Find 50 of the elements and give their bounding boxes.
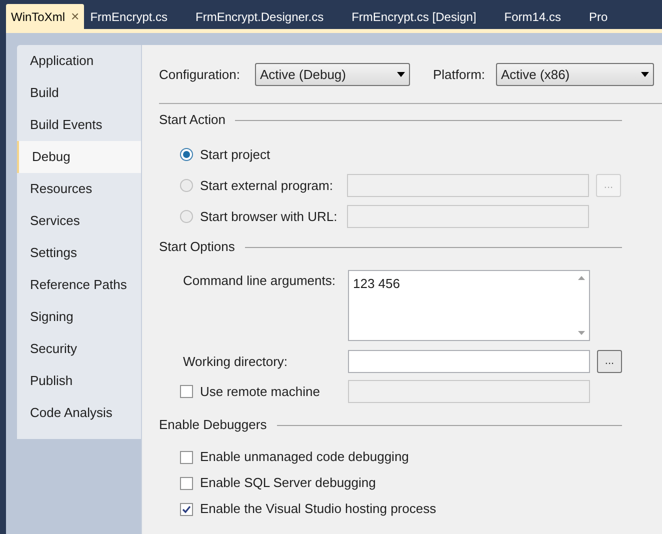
sidebar-item[interactable]: Services (17, 205, 141, 237)
radio-label: Start browser with URL: (200, 208, 338, 226)
checkbox-label: Use remote machine (200, 382, 321, 401)
radio-label: Start project (200, 146, 272, 164)
sidebar-item[interactable]: Settings (17, 237, 141, 269)
platform-label: Platform: (433, 66, 486, 84)
field-label: Command line arguments: (183, 272, 336, 290)
checkbox[interactable] (180, 450, 193, 464)
section-heading: Enable Debuggers (159, 416, 267, 434)
checkbox[interactable] (180, 502, 193, 516)
close-icon[interactable]: × (71, 6, 80, 27)
radio-button[interactable] (180, 179, 193, 192)
document-tab[interactable]: FrmEncrypt.Designer.cs (190, 4, 330, 29)
sidebar-item[interactable]: Reference Paths (17, 269, 141, 301)
sidebar-item[interactable]: Security (17, 333, 141, 365)
text-field[interactable] (348, 350, 590, 373)
radio-button[interactable] (180, 148, 193, 161)
sidebar-item[interactable]: Build (17, 77, 141, 109)
radio-button[interactable] (180, 210, 193, 223)
section-heading: Start Action (159, 111, 226, 130)
radio-label: Start external program: (200, 176, 334, 195)
checkbox[interactable] (180, 385, 193, 398)
sidebar-item[interactable]: Resources (17, 173, 141, 205)
text-area[interactable]: 123 456 (348, 270, 590, 341)
document-tab[interactable]: Pro (582, 4, 614, 29)
sidebar-item[interactable]: Signing (17, 301, 141, 333)
document-tab[interactable]: FrmEncrypt.cs (84, 4, 174, 29)
document-tab[interactable]: FrmEncrypt.cs [Design] (346, 4, 482, 29)
checkbox-label: Enable SQL Server debugging (200, 474, 376, 492)
dropdown-arrow-icon (397, 72, 405, 77)
dropdown[interactable]: Active (x86) (496, 63, 654, 86)
scroll-up-icon[interactable] (578, 276, 585, 280)
document-tab[interactable]: WinToXml × (6, 4, 84, 29)
scroll-down-icon[interactable] (578, 331, 585, 335)
sidebar-item[interactable]: Publish (17, 365, 141, 397)
sidebar-item[interactable]: Application (17, 45, 141, 77)
checkbox-label: Enable unmanaged code debugging (200, 448, 409, 466)
document-tab[interactable]: Form14.cs (498, 4, 567, 29)
sidebar-item[interactable]: Code Analysis (17, 397, 141, 429)
section-heading: Start Options (159, 238, 235, 256)
checkbox[interactable] (180, 476, 193, 490)
checkbox-label: Enable the Visual Studio hosting process (200, 500, 436, 518)
sidebar-item[interactable]: Build Events (17, 109, 141, 141)
dropdown-arrow-icon (641, 72, 649, 77)
dropdown[interactable]: Active (Debug) (255, 63, 410, 86)
browse-button[interactable]: ... (597, 350, 622, 373)
field-label: Working directory: (183, 352, 289, 371)
field-value: 123 456 (352, 275, 401, 293)
configuration-label: Configuration: (159, 66, 241, 84)
sidebar-item[interactable]: Debug (17, 141, 142, 173)
